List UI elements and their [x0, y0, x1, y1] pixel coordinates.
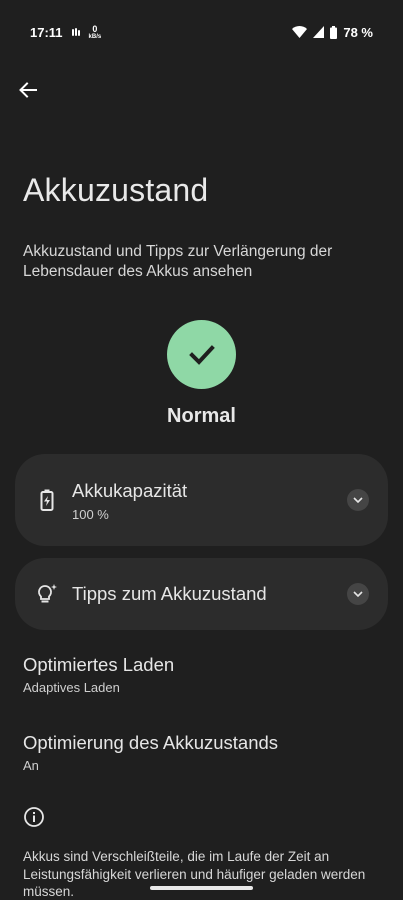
arrow-back-icon: [19, 82, 37, 98]
battery-capacity-icon: [35, 488, 59, 512]
battery-tips-card[interactable]: Tipps zum Akkuzustand: [15, 558, 388, 630]
clock: 17:11: [30, 24, 63, 40]
health-status-label: Normal: [167, 405, 236, 427]
battery-capacity-title: Akkukapazität: [72, 480, 188, 501]
wifi-icon: [292, 26, 308, 38]
optimized-charging-setting[interactable]: Optimiertes Laden Adaptives Laden: [23, 654, 174, 695]
optimized-charging-title: Optimiertes Laden: [23, 654, 175, 675]
status-bar: 17:11 0 kB/s 78 %: [0, 0, 403, 64]
health-optimization-title: Optimierung des Akkuzustands: [23, 732, 279, 753]
chevron-down-icon[interactable]: [347, 489, 369, 511]
network-speed: 0 kB/s: [88, 23, 102, 40]
page-subtitle: Akkuzustand und Tipps zur Verlängerung d…: [23, 243, 333, 280]
optimized-charging-value: Adaptives Laden: [23, 680, 120, 695]
page-title: Akkuzustand: [23, 172, 209, 208]
battery-icon: [330, 25, 338, 39]
battery-tips-title: Tipps zum Akkuzustand: [72, 583, 267, 604]
health-optimization-value: An: [23, 758, 39, 773]
chevron-down-icon[interactable]: [347, 583, 369, 605]
home-gesture-bar[interactable]: [150, 886, 253, 890]
back-button[interactable]: [14, 76, 42, 104]
battery-capacity-card[interactable]: Akkukapazität 100 %: [15, 454, 388, 546]
status-right: 78 %: [292, 25, 373, 40]
info-icon: [24, 807, 44, 827]
battery-percent: 78 %: [343, 24, 373, 40]
lightbulb-icon: [35, 582, 59, 606]
cellular-signal-icon: [313, 26, 325, 38]
health-optimization-setting[interactable]: Optimierung des Akkuzustands An: [23, 732, 278, 773]
status-left: 17:11 0 kB/s: [30, 23, 102, 40]
checkmark-icon: [188, 344, 215, 365]
battery-capacity-value: 100 %: [72, 507, 109, 522]
battery-info-text: Akkus sind Verschleißteile, die im Laufe…: [23, 849, 366, 899]
notification-icon: [71, 27, 80, 36]
health-status-badge: [167, 320, 236, 389]
